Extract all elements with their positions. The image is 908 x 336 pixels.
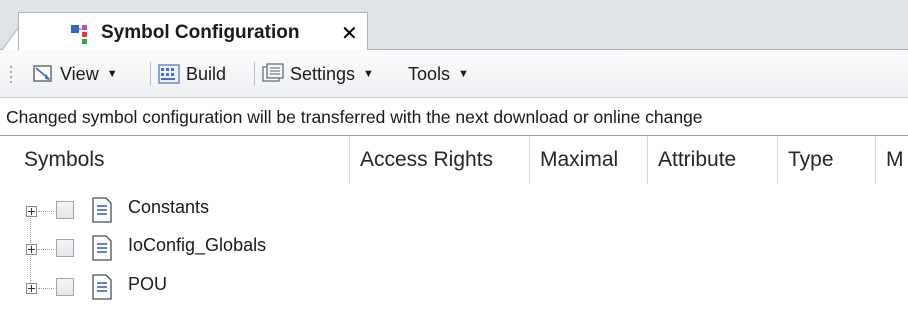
- expand-icon[interactable]: [26, 283, 37, 294]
- tools-menu-button[interactable]: Tools ▼: [408, 50, 469, 98]
- expand-icon[interactable]: [26, 206, 37, 217]
- settings-icon: [262, 63, 284, 82]
- column-header-row: Symbols Access Rights Maximal Attribute …: [0, 136, 908, 184]
- column-header-symbols[interactable]: Symbols: [0, 136, 350, 184]
- document-icon: [92, 274, 112, 300]
- tree-connector: [38, 211, 54, 212]
- column-header-access-rights[interactable]: Access Rights: [350, 136, 530, 184]
- tab-symbol-configuration[interactable]: Symbol Configuration ✕: [18, 12, 368, 50]
- tree-connector: [38, 288, 54, 289]
- expand-icon[interactable]: [26, 244, 37, 255]
- tree-row[interactable]: IoConfig_Globals: [0, 231, 908, 269]
- row-checkbox[interactable]: [56, 278, 74, 296]
- tree-item-label: Constants: [128, 197, 210, 217]
- settings-menu-button[interactable]: Settings ▼: [262, 50, 374, 98]
- column-header-attribute[interactable]: Attribute: [648, 136, 778, 184]
- chevron-down-icon: ▼: [363, 68, 374, 80]
- tree-item-label: IoConfig_Globals: [128, 235, 267, 255]
- chevron-down-icon: ▼: [458, 68, 469, 80]
- view-label: View: [60, 63, 99, 84]
- close-icon[interactable]: ✕: [341, 21, 358, 46]
- build-icon: [158, 64, 180, 84]
- toolbar-separator: [254, 62, 255, 86]
- symbol-configuration-icon: [71, 25, 87, 44]
- column-header-maximal[interactable]: Maximal: [530, 136, 648, 184]
- tree-row[interactable]: Constants: [0, 193, 908, 231]
- column-header-more[interactable]: M: [876, 136, 908, 184]
- toolbar-grip-icon[interactable]: [9, 64, 13, 86]
- toolbar-separator: [150, 62, 151, 86]
- tab-title: Symbol Configuration: [101, 22, 300, 43]
- tree-connector: [38, 249, 54, 250]
- toolbar: View ▼ Build Settings ▼ Tools ▼: [0, 50, 908, 98]
- settings-label: Settings: [290, 63, 356, 84]
- tree-row[interactable]: POU: [0, 270, 908, 308]
- row-checkbox[interactable]: [56, 201, 74, 219]
- view-icon: [33, 65, 52, 82]
- info-message: Changed symbol configuration will be tra…: [0, 98, 908, 136]
- document-icon: [92, 235, 112, 261]
- document-icon: [92, 197, 112, 223]
- tools-label: Tools: [408, 63, 451, 84]
- row-checkbox[interactable]: [56, 239, 74, 257]
- column-header-type[interactable]: Type: [778, 136, 876, 184]
- tab-strip: Symbol Configuration ✕: [0, 0, 908, 50]
- build-button[interactable]: Build: [158, 50, 226, 98]
- build-label: Build: [186, 63, 227, 84]
- tree-item-label: POU: [128, 274, 168, 294]
- chevron-down-icon: ▼: [106, 68, 118, 80]
- view-menu-button[interactable]: View ▼: [32, 50, 118, 98]
